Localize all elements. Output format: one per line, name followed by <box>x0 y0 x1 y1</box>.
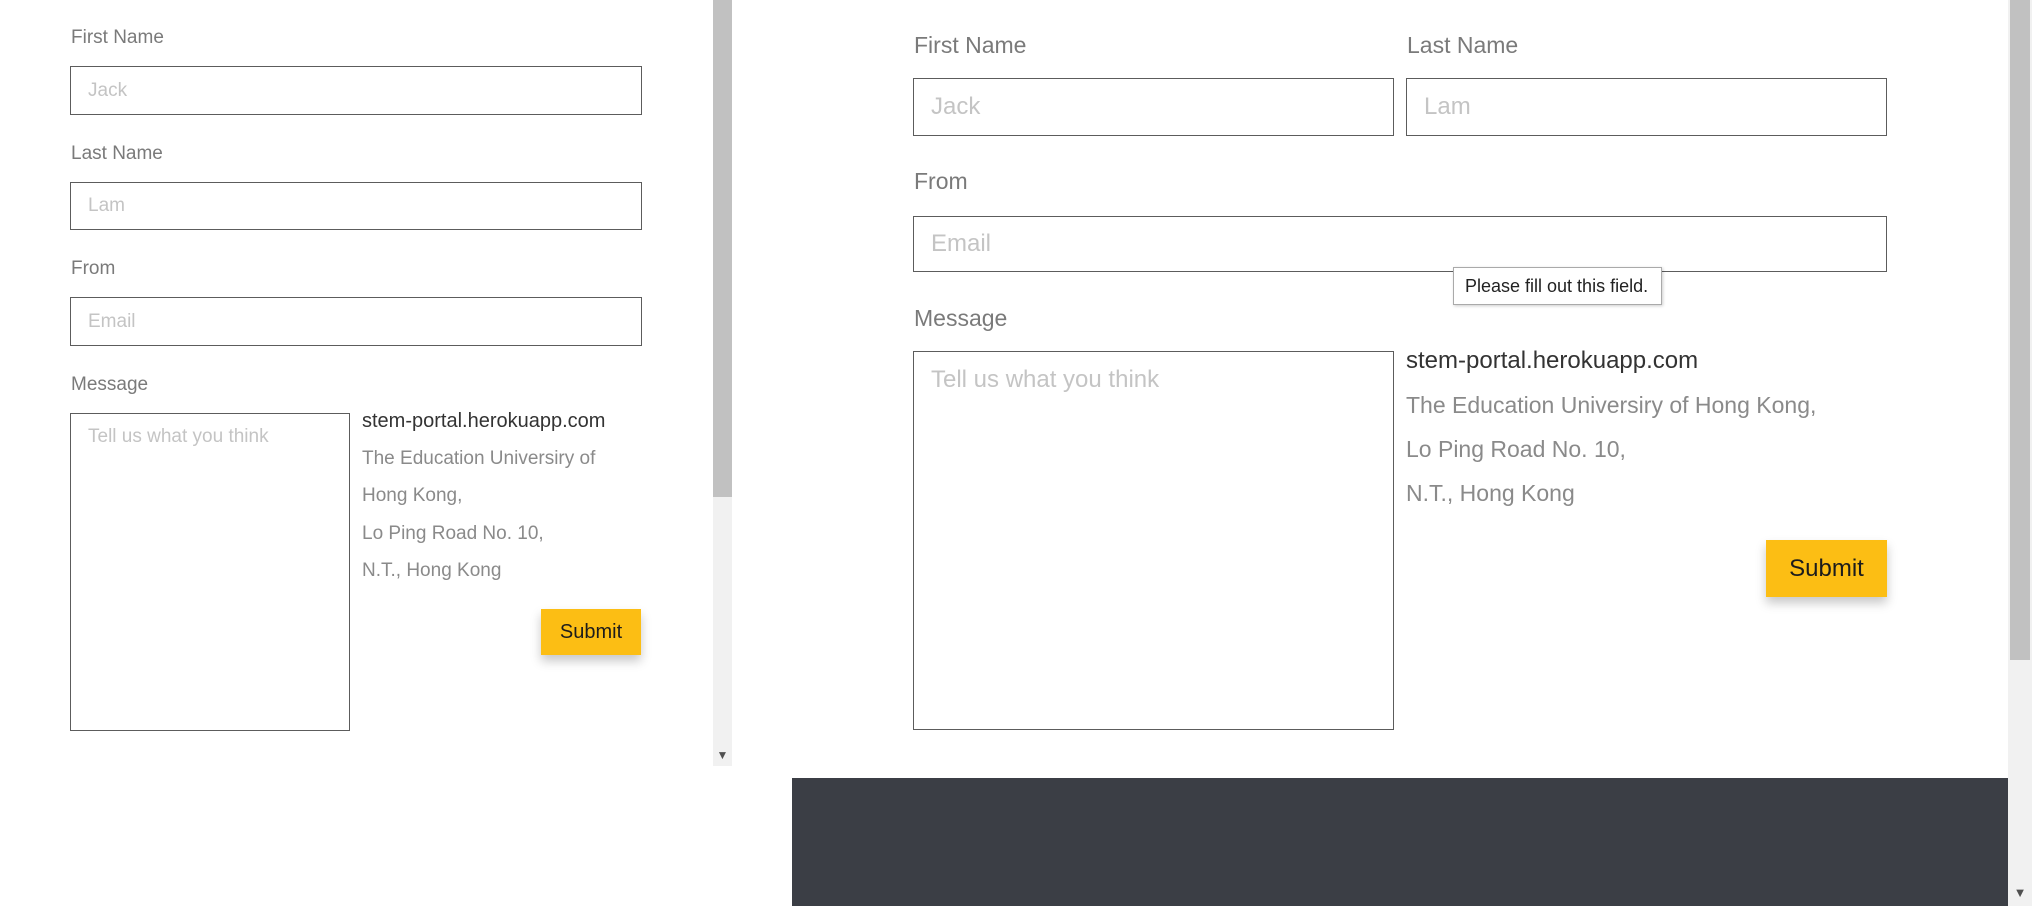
first-name-label: First Name <box>914 32 1027 58</box>
last-name-label: Last Name <box>71 143 163 164</box>
last-name-label: Last Name <box>1407 32 1519 58</box>
address-line: N.T., Hong Kong <box>362 560 502 581</box>
last-name-input[interactable]: Lam <box>70 182 642 230</box>
from-label: From <box>914 168 968 194</box>
validation-tooltip: Please fill out this field. <box>1453 267 1662 305</box>
address-line: Hong Kong, <box>362 485 463 506</box>
email-input[interactable]: Email <box>70 297 642 346</box>
scrollbar-thumb[interactable] <box>2010 0 2030 660</box>
left-contact-form: First Name Jack Last Name Lam From Email… <box>0 0 732 906</box>
message-textarea[interactable]: Tell us what you think <box>70 413 350 731</box>
first-name-label: First Name <box>71 27 164 48</box>
first-name-input[interactable]: Jack <box>70 66 642 115</box>
address-line: Lo Ping Road No. 10, <box>1406 436 1626 462</box>
scroll-down-icon[interactable]: ▼ <box>2008 880 2032 906</box>
scroll-down-icon[interactable]: ▼ <box>713 744 732 766</box>
address-line: N.T., Hong Kong <box>1406 480 1575 506</box>
site-domain: stem-portal.herokuapp.com <box>1406 347 1699 374</box>
first-name-input[interactable]: Jack <box>913 78 1394 136</box>
submit-button[interactable]: Submit <box>1766 540 1887 597</box>
address-line: The Education Universiry of <box>362 448 596 469</box>
submit-button[interactable]: Submit <box>541 609 641 655</box>
address-line: Lo Ping Road No. 10, <box>362 523 544 544</box>
from-label: From <box>71 258 116 279</box>
message-label: Message <box>914 305 1008 331</box>
right-contact-form: First Name Jack Last Name Lam From Email… <box>732 0 2032 906</box>
footer <box>792 778 2008 906</box>
email-input[interactable]: Email <box>913 216 1887 272</box>
message-label: Message <box>71 374 149 395</box>
last-name-input[interactable]: Lam <box>1406 78 1887 136</box>
message-textarea[interactable]: Tell us what you think <box>913 351 1394 730</box>
site-domain: stem-portal.herokuapp.com <box>362 410 606 432</box>
address-line: The Education Universiry of Hong Kong, <box>1406 392 1817 418</box>
scrollbar-thumb[interactable] <box>713 0 732 497</box>
